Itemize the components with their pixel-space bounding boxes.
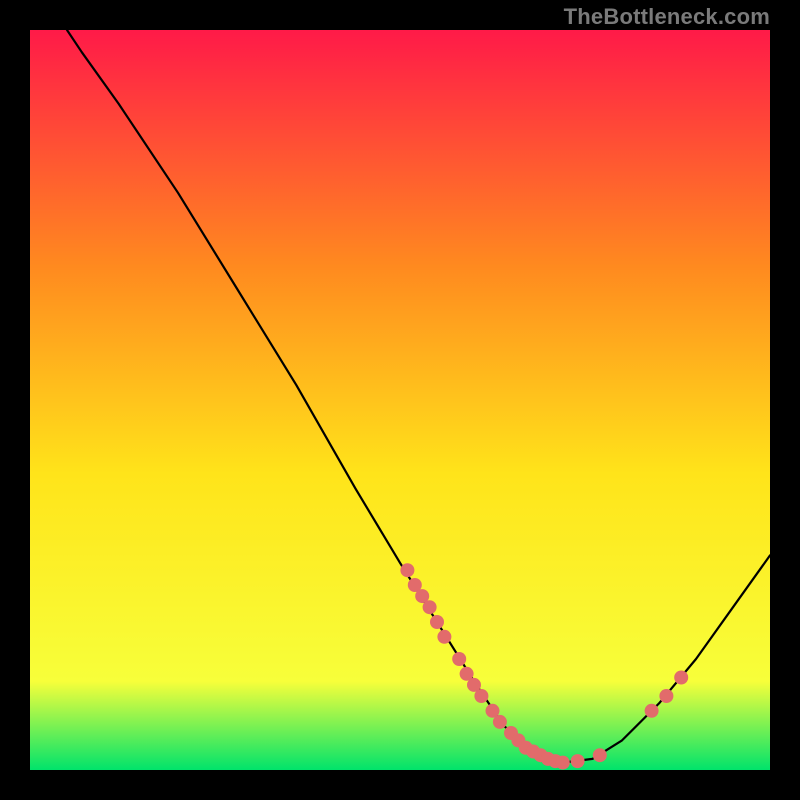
sample-point bbox=[400, 563, 414, 577]
gradient-background bbox=[30, 30, 770, 770]
sample-point bbox=[474, 689, 488, 703]
sample-point bbox=[452, 652, 466, 666]
attribution-text: TheBottleneck.com bbox=[564, 4, 770, 30]
sample-point bbox=[423, 600, 437, 614]
sample-point bbox=[556, 756, 570, 770]
sample-point bbox=[437, 630, 451, 644]
sample-point bbox=[571, 754, 585, 768]
plot-area bbox=[30, 30, 770, 770]
sample-point bbox=[645, 704, 659, 718]
chart-svg bbox=[30, 30, 770, 770]
chart-frame: TheBottleneck.com bbox=[0, 0, 800, 800]
sample-point bbox=[593, 748, 607, 762]
sample-point bbox=[659, 689, 673, 703]
sample-point bbox=[674, 671, 688, 685]
sample-point bbox=[493, 715, 507, 729]
sample-point bbox=[430, 615, 444, 629]
